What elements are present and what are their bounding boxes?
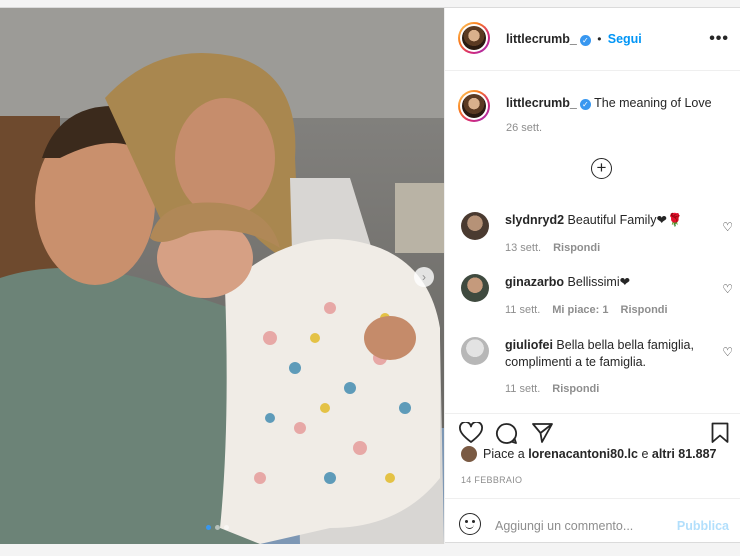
caption-text: The meaning of Love (594, 96, 712, 110)
comment-body: ginazarbo Bellissimi❤ (505, 274, 710, 291)
likes-prefix: Piace a (483, 447, 525, 461)
comment-bubble-icon[interactable] (495, 422, 518, 445)
post-header: littlecrumb_ ✓ • Segui ••• (445, 8, 740, 71)
carousel-next-button[interactable]: › (414, 267, 434, 287)
comment-text: Beautiful Family❤🌹 (567, 213, 683, 227)
comment-reply-button[interactable]: Rispondi (553, 242, 600, 254)
bookmark-save-icon[interactable] (711, 422, 729, 444)
commenter-avatar[interactable] (461, 212, 489, 240)
follow-button[interactable]: Segui (608, 32, 642, 46)
verified-badge-icon: ✓ (579, 35, 591, 46)
author-username[interactable]: littlecrumb_ (506, 32, 577, 46)
comment-time[interactable]: 11 sett. (505, 304, 540, 316)
load-more-comments-button[interactable]: + (591, 158, 612, 179)
add-comment-bar: Aggiungi un commento... Pubblica (445, 498, 740, 544)
post-photo[interactable]: › (0, 8, 444, 544)
comment-time[interactable]: 11 sett. (505, 383, 540, 395)
commenter-avatar[interactable] (461, 274, 489, 302)
comment-reply-button[interactable]: Rispondi (552, 383, 599, 395)
verified-badge-icon: ✓ (579, 99, 591, 110)
comment-text: Bellissimi❤ (567, 275, 631, 289)
comment-meta: 11 sett. Rispondi (505, 383, 599, 395)
carousel-dot (215, 525, 220, 530)
carousel-dots (206, 525, 229, 530)
likes-others-count[interactable]: altri 81.887 (652, 447, 717, 461)
commenter-username[interactable]: slydnryd2 (505, 213, 564, 227)
comment-reply-button[interactable]: Rispondi (621, 304, 668, 316)
commenter-username[interactable]: giuliofei (505, 338, 553, 352)
comment-body: giuliofei Bella bella bella famiglia, co… (505, 337, 710, 371)
emoji-icon[interactable] (459, 513, 481, 535)
comment-like-heart-icon[interactable]: ♡ (722, 220, 733, 234)
post-modal: › littlecrumb_ ✓ • Segui ••• littlecrumb… (0, 7, 740, 544)
caption-time: 26 sett. (506, 122, 543, 134)
comment-meta: 11 sett. Mi piace: 1 Rispondi (505, 304, 668, 316)
likes-middle: e (641, 447, 649, 461)
liker-avatar[interactable] (461, 446, 477, 462)
separator-dot: • (597, 32, 602, 46)
post-sidebar: littlecrumb_ ✓ • Segui ••• littlecrumb_ ✓ … (444, 8, 740, 544)
post-date[interactable]: 14 FEBBRAIO (461, 475, 522, 485)
comment-like-heart-icon[interactable]: ♡ (722, 282, 733, 296)
like-heart-icon[interactable] (459, 422, 483, 444)
family-photo-illustration (0, 8, 444, 544)
carousel-dot-active (206, 525, 211, 530)
header-user-row: littlecrumb_ ✓ • Segui (506, 32, 642, 46)
comment-input[interactable]: Aggiungi un commento... (495, 519, 633, 533)
carousel-dot (224, 525, 229, 530)
likes-summary: Piace a lorenacantoni80.lc e altri 81.88… (461, 446, 717, 462)
caption-line: littlecrumb_ ✓ The meaning of Love (506, 96, 712, 110)
more-options-icon[interactable]: ••• (709, 30, 729, 48)
comment-likes-count[interactable]: Mi piace: 1 (552, 304, 608, 316)
author-avatar[interactable] (458, 22, 490, 54)
comment-like-heart-icon[interactable]: ♡ (722, 345, 733, 359)
caption-avatar[interactable] (458, 90, 490, 122)
caption-username[interactable]: littlecrumb_ (506, 96, 577, 110)
liker-username[interactable]: lorenacantoni80.lc (528, 447, 638, 461)
commenter-avatar[interactable] (461, 337, 489, 365)
comment-time[interactable]: 13 sett. (505, 242, 541, 254)
comment-meta: 13 sett. Rispondi (505, 242, 600, 254)
comment-body: slydnryd2 Beautiful Family❤🌹 (505, 212, 710, 229)
commenter-username[interactable]: ginazarbo (505, 275, 564, 289)
share-direct-icon[interactable] (531, 422, 554, 444)
publish-button[interactable]: Pubblica (677, 519, 729, 533)
